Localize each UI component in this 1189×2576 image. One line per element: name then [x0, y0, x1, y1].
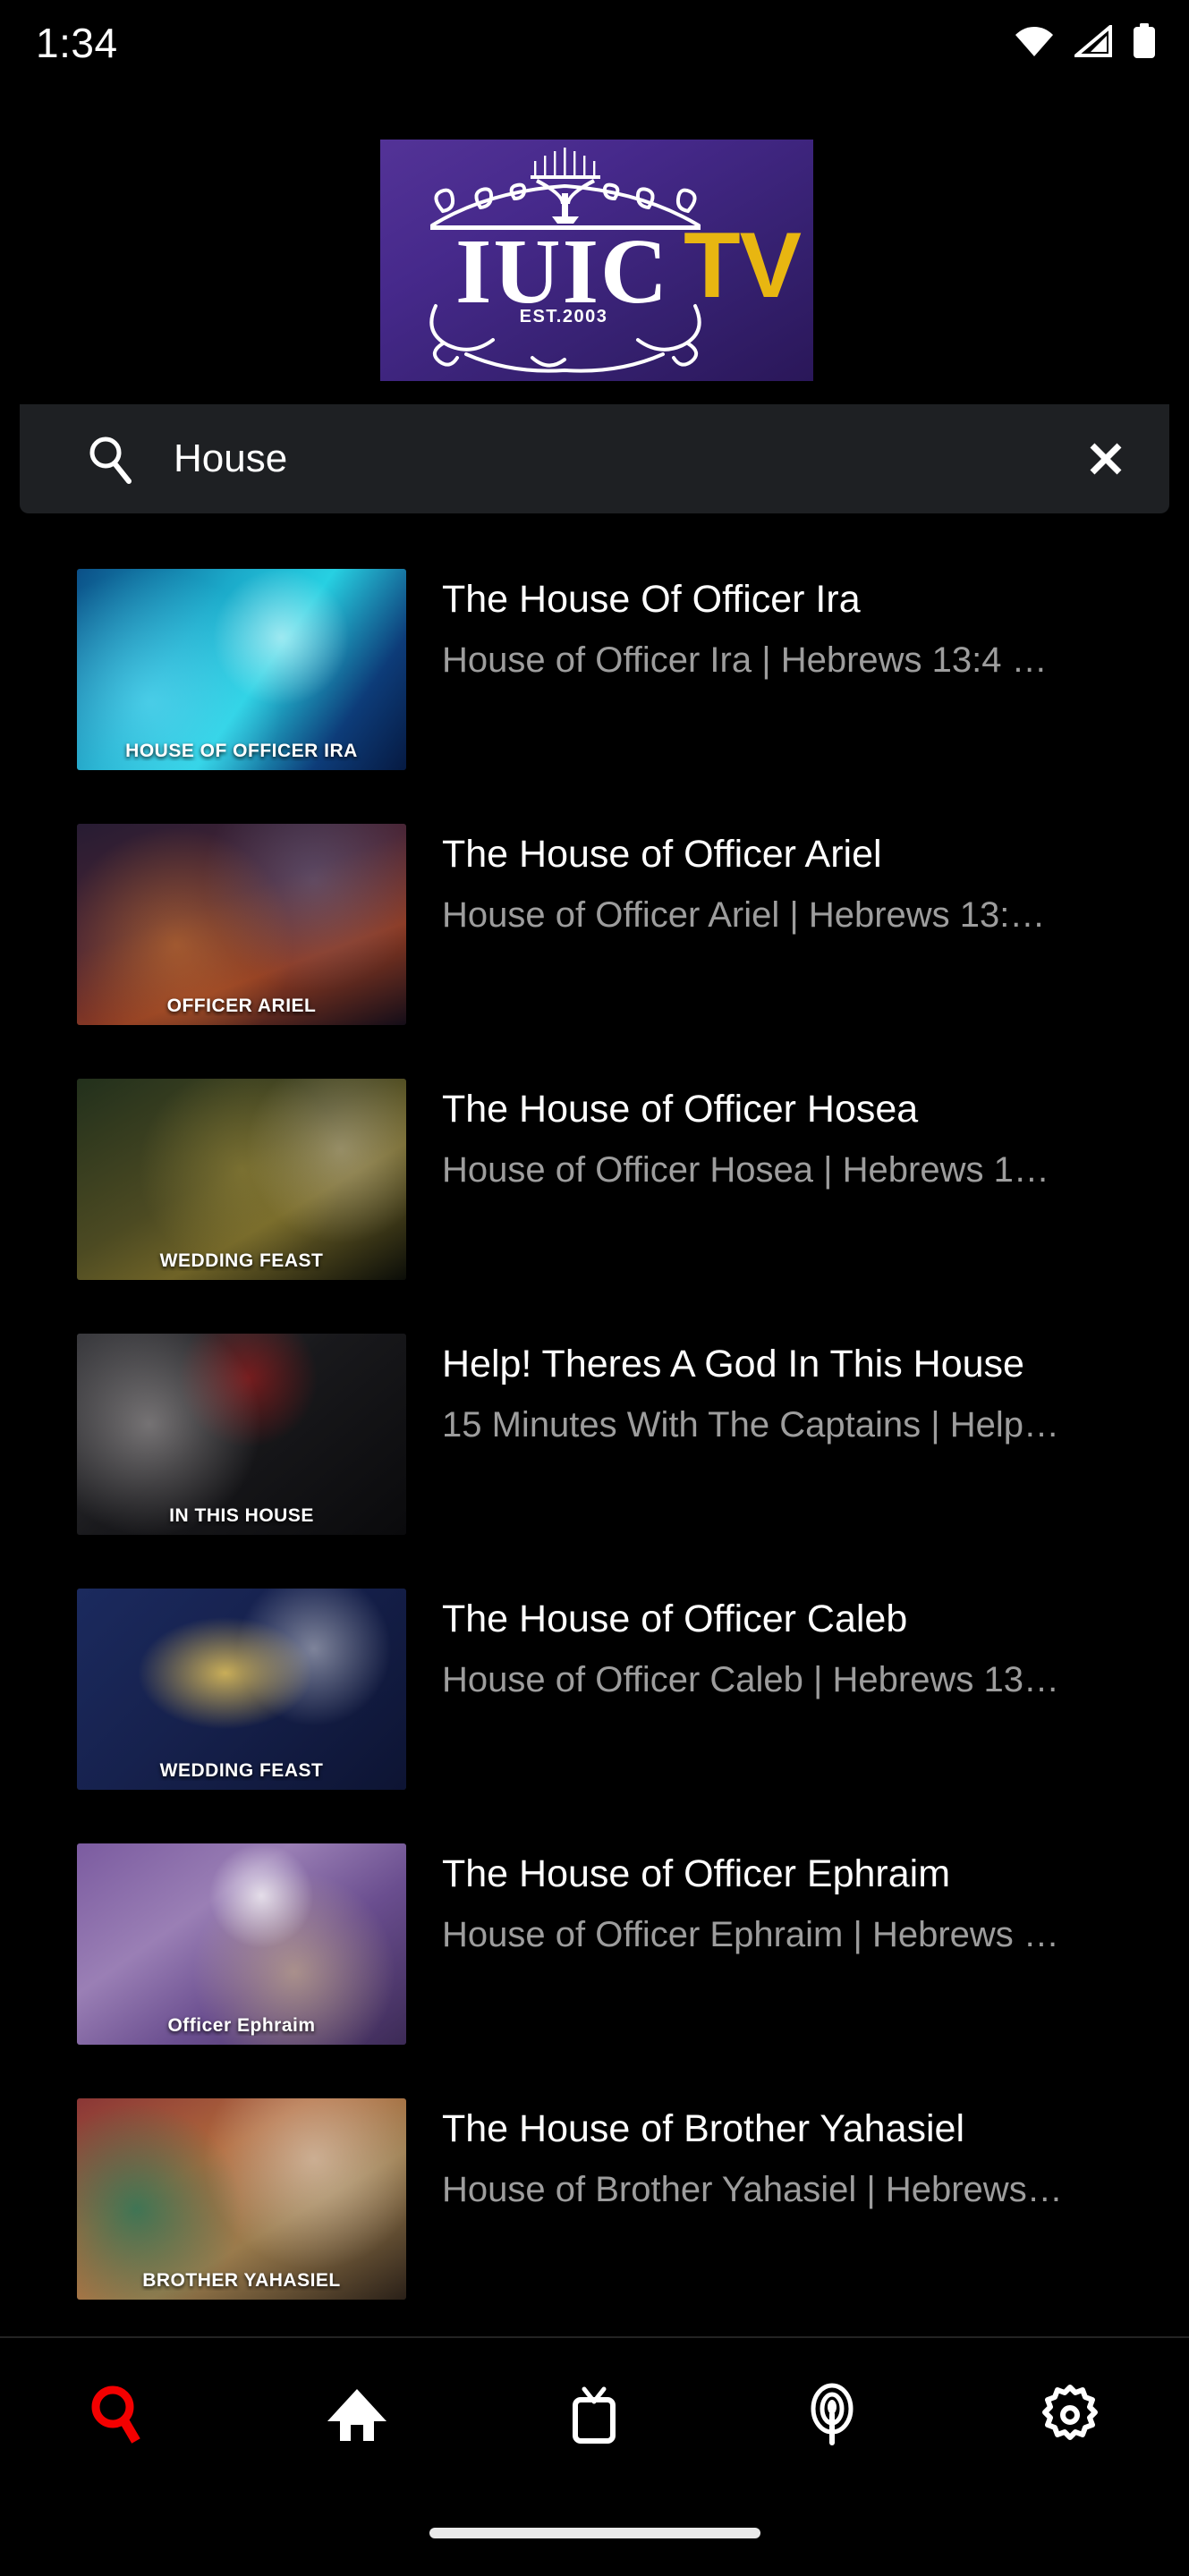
list-item-meta: The House of Officer Ephraim House of Of…: [406, 1843, 1162, 1956]
list-item-meta: The House of Brother Yahasiel House of B…: [406, 2098, 1162, 2211]
status-bar-icons: [1014, 22, 1157, 64]
nav-item-settings[interactable]: [951, 2338, 1189, 2496]
nav-item-search[interactable]: [0, 2338, 238, 2496]
nav-item-home[interactable]: [238, 2338, 476, 2496]
logo-artwork: IUIC EST.2003 TV: [429, 148, 803, 373]
list-item-subtitle: House of Officer Caleb | Hebrews 13…: [442, 1660, 1059, 1699]
home-indicator: [429, 2528, 760, 2538]
search-icon[interactable]: [86, 2382, 152, 2453]
app-screen: 1:34 IUIC EST.2003 TV House HOUSE OF OFF…: [0, 0, 1189, 2576]
list-item[interactable]: WEDDING FEAST The House of Officer Caleb…: [0, 1569, 1189, 1824]
search-results-list[interactable]: HOUSE OF OFFICER IRA The House Of Office…: [0, 549, 1189, 2336]
list-item-title: The House of Brother Yahasiel: [442, 2107, 965, 2150]
list-item-title: The House of Officer Ariel: [442, 833, 882, 876]
list-item[interactable]: BROTHER YAHASIEL The House of Brother Ya…: [0, 2079, 1189, 2334]
video-thumbnail[interactable]: WEDDING FEAST: [77, 1589, 406, 1790]
list-item[interactable]: WEDDING FEAST The House of Officer Hosea…: [0, 1059, 1189, 1314]
svg-text:EST.2003: EST.2003: [520, 307, 608, 326]
video-thumbnail[interactable]: WEDDING FEAST: [77, 1079, 406, 1280]
thumbnail-label: BROTHER YAHASIEL: [142, 2270, 341, 2291]
status-bar: 1:34: [0, 0, 1189, 86]
svg-text:TV: TV: [684, 214, 802, 318]
iuic-tv-logo: IUIC EST.2003 TV: [380, 140, 813, 381]
video-thumbnail[interactable]: BROTHER YAHASIEL: [77, 2098, 406, 2300]
list-item-subtitle: House of Officer Ephraim | Hebrews …: [442, 1915, 1059, 1954]
list-item-subtitle: House of Officer Ariel | Hebrews 13:…: [442, 895, 1046, 935]
list-item-title: The House Of Officer Ira: [442, 578, 861, 621]
list-item-meta: The House of Officer Ariel House of Offi…: [406, 824, 1162, 936]
close-icon[interactable]: [1066, 435, 1146, 483]
wifi-icon: [1014, 25, 1055, 62]
gear-icon[interactable]: [1037, 2382, 1103, 2453]
list-item-subtitle: House of Officer Ira | Hebrews 13:4 …: [442, 640, 1048, 680]
list-item-meta: The House Of Officer Ira House of Office…: [406, 569, 1162, 682]
list-item-subtitle: House of Brother Yahasiel | Hebrews…: [442, 2170, 1063, 2209]
list-item-title: Help! Theres A God In This House: [442, 1343, 1024, 1385]
video-thumbnail[interactable]: IN THIS HOUSE: [77, 1334, 406, 1535]
nav-item-tv[interactable]: [476, 2338, 714, 2496]
battery-icon: [1132, 22, 1157, 64]
list-item[interactable]: Officer Ephraim The House of Officer Eph…: [0, 1824, 1189, 2079]
list-item-title: The House of Officer Ephraim: [442, 1852, 951, 1895]
video-thumbnail[interactable]: Officer Ephraim: [77, 1843, 406, 2045]
thumbnail-label: WEDDING FEAST: [159, 1250, 324, 1271]
podcast-icon[interactable]: [799, 2382, 865, 2453]
thumbnail-label: OFFICER ARIEL: [166, 996, 317, 1016]
list-item-meta: The House of Officer Caleb House of Offi…: [406, 1589, 1162, 1701]
thumbnail-label: Officer Ephraim: [167, 2015, 316, 2036]
home-icon[interactable]: [324, 2382, 390, 2453]
list-item-title: The House of Officer Hosea: [442, 1088, 919, 1131]
list-item-meta: Help! Theres A God In This House 15 Minu…: [406, 1334, 1162, 1446]
list-item-meta: The House of Officer Hosea House of Offi…: [406, 1079, 1162, 1191]
list-item-title: The House of Officer Caleb: [442, 1597, 908, 1640]
search-input[interactable]: House: [140, 436, 1066, 481]
list-item[interactable]: OFFICER ARIEL The House of Officer Ariel…: [0, 804, 1189, 1059]
list-item-subtitle: 15 Minutes With The Captains | Help…: [442, 1405, 1059, 1445]
list-item[interactable]: HOUSE OF OFFICER IRA The House Of Office…: [0, 549, 1189, 804]
cellular-signal-icon: [1071, 22, 1112, 62]
list-item-subtitle: House of Officer Hosea | Hebrews 1…: [442, 1150, 1049, 1190]
bottom-navigation-bar: [0, 2336, 1189, 2576]
thumbnail-label: IN THIS HOUSE: [169, 1505, 314, 1526]
thumbnail-label: HOUSE OF OFFICER IRA: [125, 741, 358, 761]
tv-icon[interactable]: [561, 2382, 627, 2453]
video-thumbnail[interactable]: HOUSE OF OFFICER IRA: [77, 569, 406, 770]
video-thumbnail[interactable]: OFFICER ARIEL: [77, 824, 406, 1025]
thumbnail-label: WEDDING FEAST: [159, 1760, 324, 1781]
search-icon: [84, 433, 140, 485]
nav-item-podcast[interactable]: [713, 2338, 951, 2496]
search-bar[interactable]: House: [20, 404, 1169, 513]
list-item[interactable]: IN THIS HOUSE Help! Theres A God In This…: [0, 1314, 1189, 1569]
status-bar-clock: 1:34: [36, 20, 118, 66]
